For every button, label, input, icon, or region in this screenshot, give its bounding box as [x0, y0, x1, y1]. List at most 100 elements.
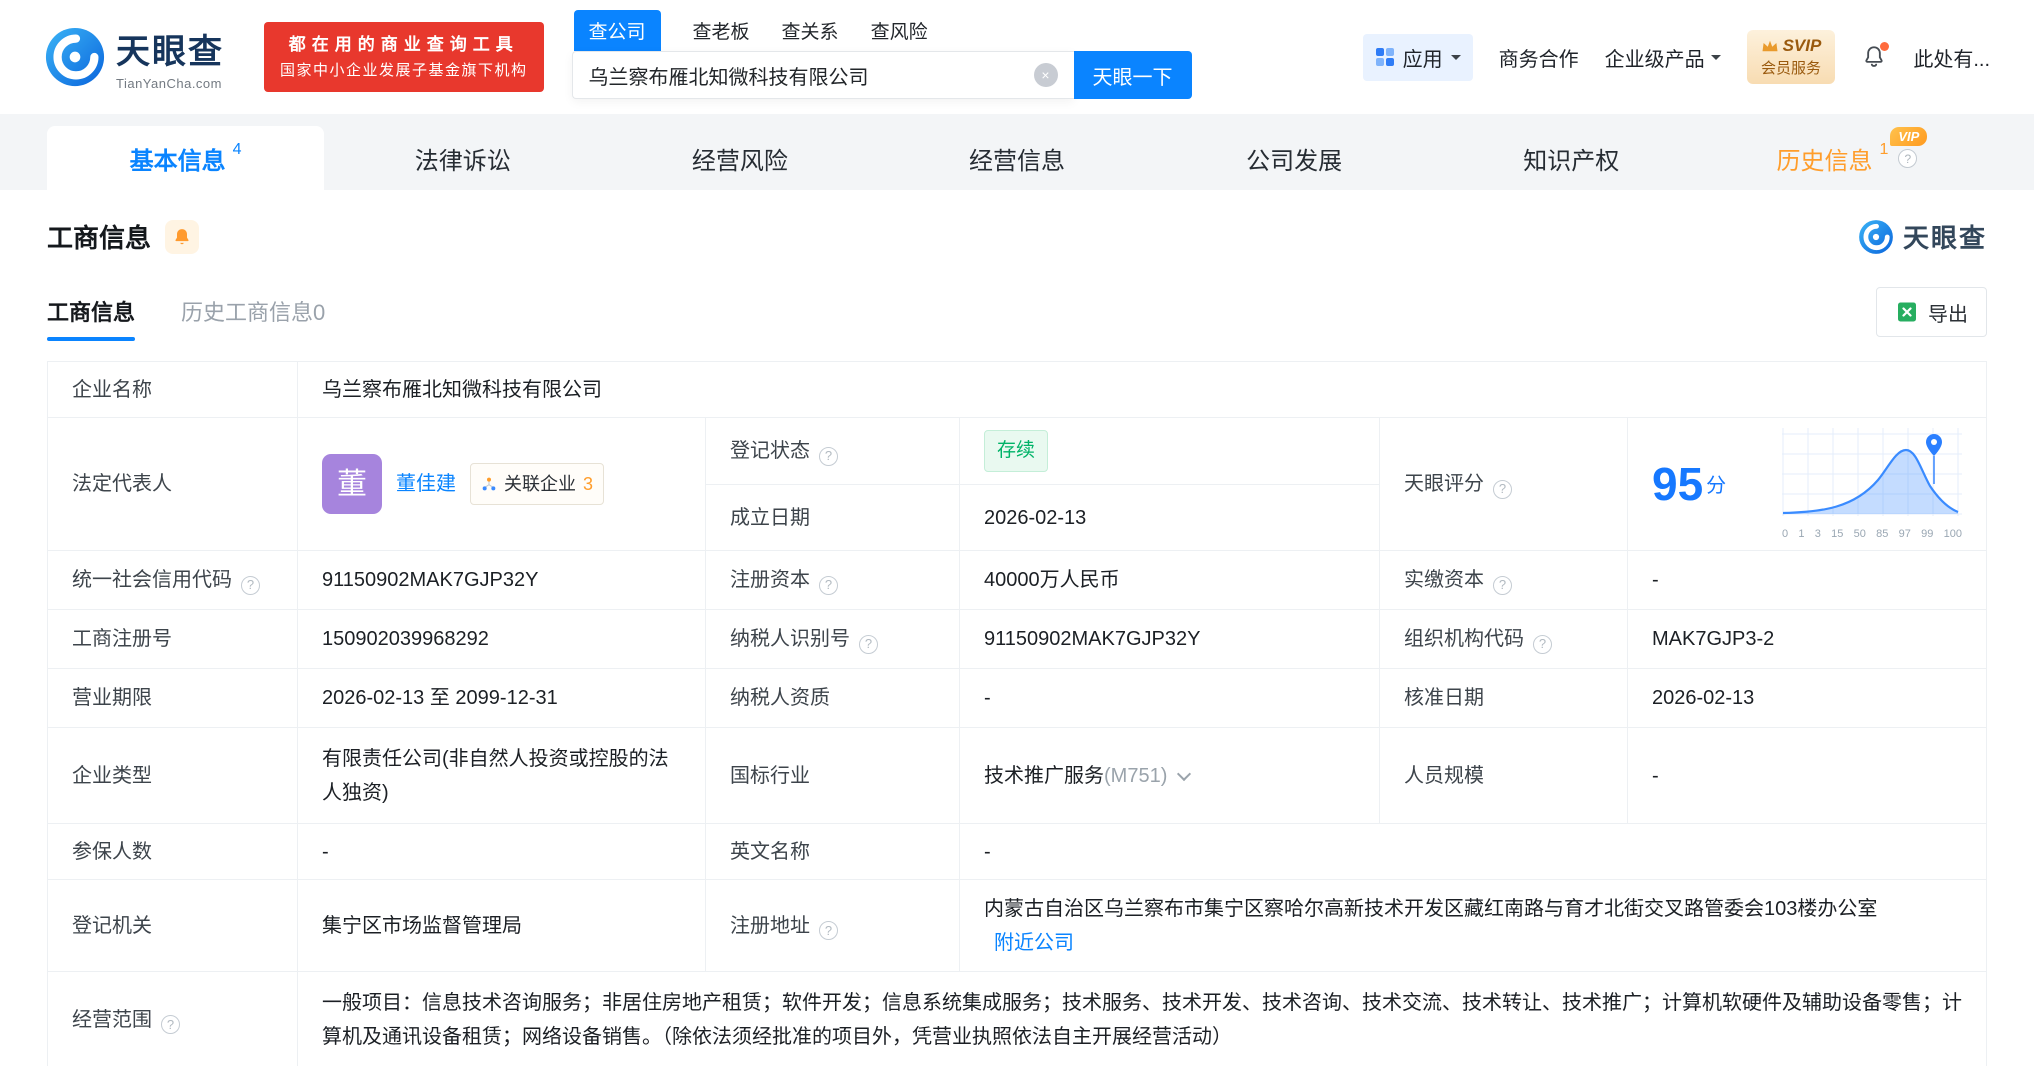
label-address: 注册地址? [705, 879, 960, 972]
value-company-name: 乌兰察布雁北知微科技有限公司 [297, 361, 1987, 418]
menu-enterprise[interactable]: 企业级产品 [1605, 43, 1721, 72]
tianyancha-logo[interactable]: 天眼查 TianYanCha.com [44, 24, 224, 91]
legal-rep-link[interactable]: 董佳建 [396, 467, 456, 501]
menu-cooperation[interactable]: 商务合作 [1499, 43, 1579, 72]
notification-dot [1880, 42, 1890, 51]
nearby-companies-link[interactable]: 附近公司 [994, 932, 1074, 954]
search-button[interactable]: 天眼一下 [1073, 51, 1192, 99]
value-english-name: - [959, 823, 1987, 880]
section-head: 工商信息 天眼查 [47, 218, 1987, 255]
tab-basic-info[interactable]: 基本信息 4 [47, 126, 325, 190]
label-english-name: 英文名称 [705, 823, 960, 880]
score-chart: 0 1 3 15 50 85 97 99 100 [1782, 428, 1962, 540]
subtab-history-registration[interactable]: 历史工商信息0 [181, 295, 325, 341]
value-approval-date: 2026-02-13 [1627, 668, 1987, 728]
help-icon[interactable]: ? [859, 634, 878, 654]
tianyancha-logo-icon [45, 27, 105, 87]
help-icon[interactable]: ? [1493, 575, 1512, 595]
search-input[interactable] [571, 51, 1074, 99]
search-tabs: 查公司 查老板 查关系 查风险 [572, 10, 1192, 51]
score-value: 95 [1652, 458, 1704, 510]
value-address: 内蒙古自治区乌兰察布市集宁区察哈尔高新技术开发区藏红南路与育才北街交叉路管委会1… [959, 879, 1987, 972]
help-icon[interactable]: ? [819, 575, 838, 595]
value-reg-capital: 40000万人民币 [959, 550, 1380, 610]
value-taxpayer-quality: - [959, 668, 1380, 728]
search-tab-company[interactable]: 查公司 [573, 10, 661, 51]
svip-sublabel: 会员服务 [1760, 60, 1821, 77]
top-actions: 应用 商务合作 企业级产品 SVIP 会员服务 此处有... [1362, 30, 1990, 84]
value-org-code: MAK7GJP3-2 [1627, 609, 1987, 669]
tab-label: 基本信息 [129, 147, 226, 175]
tab-legal[interactable]: 法律诉讼 [324, 126, 601, 190]
value-staff-size: - [1627, 727, 1987, 824]
user-menu[interactable]: 此处有... [1913, 43, 1990, 72]
label-legal-rep: 法定代表人 [47, 417, 298, 551]
status-badge: 存续 [984, 429, 1049, 473]
score-curve-chart [1782, 428, 1962, 516]
tab-intellectual-property[interactable]: 知识产权 [1433, 126, 1710, 190]
apps-menu[interactable]: 应用 [1362, 33, 1473, 81]
score-axis: 0 1 3 15 50 85 97 99 100 [1782, 528, 1962, 540]
bell-icon [175, 228, 189, 244]
tab-history-info[interactable]: 历史信息 1 VIP ? [1710, 126, 1987, 190]
apps-grid-icon [1375, 48, 1394, 66]
help-icon[interactable]: ? [161, 1015, 180, 1035]
svip-badge[interactable]: SVIP 会员服务 [1746, 30, 1836, 84]
export-button[interactable]: 导出 [1876, 287, 1987, 337]
score-block[interactable]: 95 分 0 1 3 15 50 85 97 99 100 [1652, 428, 1962, 540]
value-industry: 技术推广服务(M751) [959, 727, 1380, 824]
search-tab-boss[interactable]: 查老板 [693, 17, 750, 51]
tab-history-extras: VIP ? [1890, 127, 1928, 169]
tab-label: 历史信息 [1776, 147, 1873, 175]
page: 天眼查 TianYanCha.com 都在用的商业查询工具 国家中小企业发展子基… [0, 0, 2034, 1066]
subtab-business-registration[interactable]: 工商信息 [47, 295, 136, 341]
value-company-type: 有限责任公司(非自然人投资或控股的法人独资) [297, 727, 706, 824]
related-companies-badge[interactable]: 关联企业 3 [470, 462, 605, 506]
label-business-term: 营业期限 [47, 668, 298, 728]
related-count: 3 [583, 473, 594, 494]
label-company-name: 企业名称 [47, 361, 298, 418]
help-icon[interactable]: ? [1533, 634, 1552, 654]
label-approval-date: 核准日期 [1379, 668, 1628, 728]
excel-icon [1898, 302, 1916, 322]
value-reg-authority: 集宁区市场监督管理局 [297, 879, 706, 972]
industry-code: (M751) [1104, 764, 1168, 787]
tab-operational-risk[interactable]: 经营风险 [601, 126, 878, 190]
label-paid-capital: 实缴资本? [1379, 550, 1628, 610]
business-info-table: 企业名称 乌兰察布雁北知微科技有限公司 法定代表人 董 董佳建 关联企业 3 登… [47, 361, 1987, 1066]
score-unit: 分 [1706, 475, 1727, 497]
value-legal-rep: 董 董佳建 关联企业 3 [297, 417, 706, 551]
related-label: 关联企业 [504, 473, 576, 494]
help-icon[interactable]: ? [1898, 149, 1918, 168]
search-tab-relation[interactable]: 查关系 [782, 17, 839, 51]
value-credit-code: 91150902MAK7GJP32Y [297, 550, 706, 610]
legal-rep-avatar[interactable]: 董 [322, 454, 382, 514]
help-icon[interactable]: ? [819, 921, 838, 941]
watermark-text: 天眼查 [1902, 223, 1987, 253]
value-paid-capital: - [1627, 550, 1987, 610]
promo-line1: 都在用的商业查询工具 [288, 35, 519, 55]
promo-badge: 都在用的商业查询工具 国家中小企业发展子基金旗下机构 [264, 22, 544, 92]
tianyancha-logo-icon [1859, 219, 1893, 254]
clear-icon[interactable]: × [1033, 63, 1058, 87]
value-business-term: 2026-02-13 至 2099-12-31 [297, 668, 706, 728]
svip-label: SVIP [1782, 36, 1822, 55]
chevron-down-icon[interactable] [1177, 766, 1192, 781]
label-industry: 国标行业 [705, 727, 960, 824]
apps-label: 应用 [1402, 48, 1443, 71]
label-reg-capital: 注册资本? [705, 550, 960, 610]
menu-enterprise-label: 企业级产品 [1604, 48, 1705, 71]
notification-bell-icon[interactable] [1861, 42, 1890, 70]
chevron-down-icon [1710, 55, 1721, 65]
tab-business-info[interactable]: 经营信息 [878, 126, 1155, 190]
subscribe-bell-icon[interactable] [165, 219, 200, 254]
label-taxpayer-id: 纳税人识别号? [705, 609, 960, 669]
content: 工商信息 天眼查 工商信息 历史工商信息0 导出 企业名称 乌兰察布雁北知微科技… [0, 190, 2034, 1066]
help-icon[interactable]: ? [819, 446, 838, 466]
tab-company-development[interactable]: 公司发展 [1156, 126, 1433, 190]
search-tab-risk[interactable]: 查风险 [871, 17, 928, 51]
tab-label: 公司发展 [1246, 147, 1343, 175]
help-icon[interactable]: ? [241, 575, 260, 595]
help-icon[interactable]: ? [1493, 479, 1512, 499]
tab-label: 知识产权 [1523, 147, 1620, 175]
